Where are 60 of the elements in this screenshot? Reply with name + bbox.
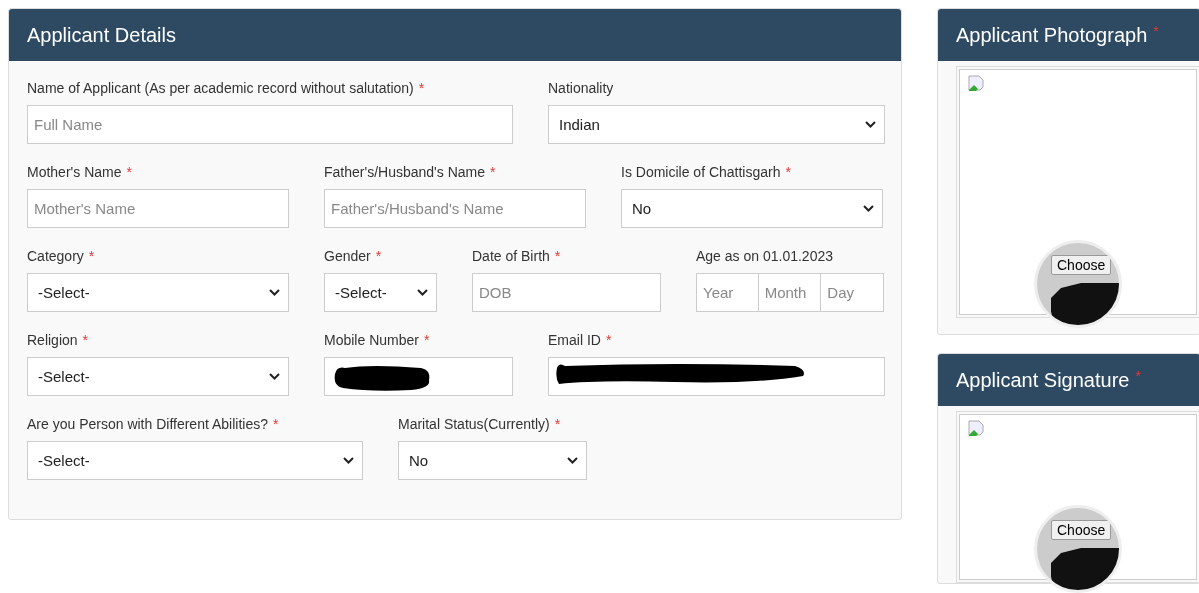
broken-image-icon	[968, 75, 986, 93]
select-field[interactable]: No	[621, 189, 883, 228]
field-label: Email ID *	[548, 331, 613, 349]
field-label: Category *	[27, 247, 96, 265]
required-mark: *	[490, 164, 496, 180]
text-field[interactable]: Father's/Husband's Name	[324, 189, 586, 228]
required-mark: *	[423, 332, 430, 348]
select-field[interactable]: Indian	[548, 105, 885, 144]
text-field[interactable]: Mother's Name	[27, 189, 289, 228]
field-label: Name of Applicant (As per academic record without salutation) *	[27, 79, 426, 97]
required-mark: *	[273, 416, 279, 432]
required-mark: *	[554, 248, 561, 264]
panel-title: Applicant Signature	[956, 368, 1130, 392]
panel-title: Applicant Details	[27, 23, 176, 47]
field-label: Marital Status(Currently) *	[398, 415, 562, 433]
field-label: Mobile Number *	[324, 331, 431, 349]
age-field[interactable]: Day	[820, 273, 884, 312]
select-field[interactable]: -Select-	[27, 273, 289, 312]
required-mark: *	[605, 332, 612, 348]
caret-icon	[343, 457, 354, 464]
field-label: Is Domicile of Chattisgarh *	[621, 163, 792, 181]
required-mark: *	[1153, 23, 1159, 39]
redacted-field[interactable]	[548, 357, 885, 396]
caret-icon	[269, 289, 280, 296]
required-mark: *	[1135, 368, 1141, 384]
required-mark: *	[82, 332, 89, 348]
required-mark: *	[375, 248, 382, 264]
choose-file-button[interactable]: Choose	[1051, 520, 1112, 540]
redacted-field[interactable]	[324, 357, 513, 396]
caret-icon	[863, 205, 874, 212]
select-field[interactable]: -Select-	[324, 273, 437, 312]
caret-icon	[865, 121, 876, 128]
choose-file-button[interactable]: Choose	[1051, 255, 1112, 275]
field-label: Nationality	[548, 79, 615, 97]
field-label: Father's/Husband's Name *	[324, 163, 497, 181]
broken-image-icon	[968, 420, 986, 438]
panel-title: Applicant Photograph	[956, 23, 1148, 47]
redaction-mark	[1051, 283, 1119, 325]
field-label: Religion *	[27, 331, 90, 349]
select-field[interactable]: -Select-	[27, 357, 289, 396]
required-mark: *	[785, 164, 791, 180]
text-field[interactable]: Full Name	[27, 105, 513, 144]
field-label: Mother's Name *	[27, 163, 133, 181]
required-mark: *	[88, 248, 95, 264]
field-label: Date of Birth *	[472, 247, 562, 265]
caret-icon	[417, 289, 428, 296]
age-field[interactable]: Year	[696, 273, 759, 312]
text-field[interactable]: DOB	[472, 273, 661, 312]
redaction-mark	[1051, 548, 1119, 590]
caret-icon	[567, 457, 578, 464]
select-field[interactable]: -Select-	[27, 441, 363, 480]
required-mark: *	[418, 80, 425, 96]
required-mark: *	[554, 416, 561, 432]
required-mark: *	[126, 164, 132, 180]
field-label: Gender *	[324, 247, 383, 265]
field-label: Are you Person with Different Abilities? *	[27, 415, 280, 433]
select-field[interactable]: No	[398, 441, 587, 480]
age-field[interactable]: Month	[757, 273, 822, 312]
caret-icon	[269, 373, 280, 380]
field-label: Age as on 01.01.2023	[696, 247, 834, 265]
